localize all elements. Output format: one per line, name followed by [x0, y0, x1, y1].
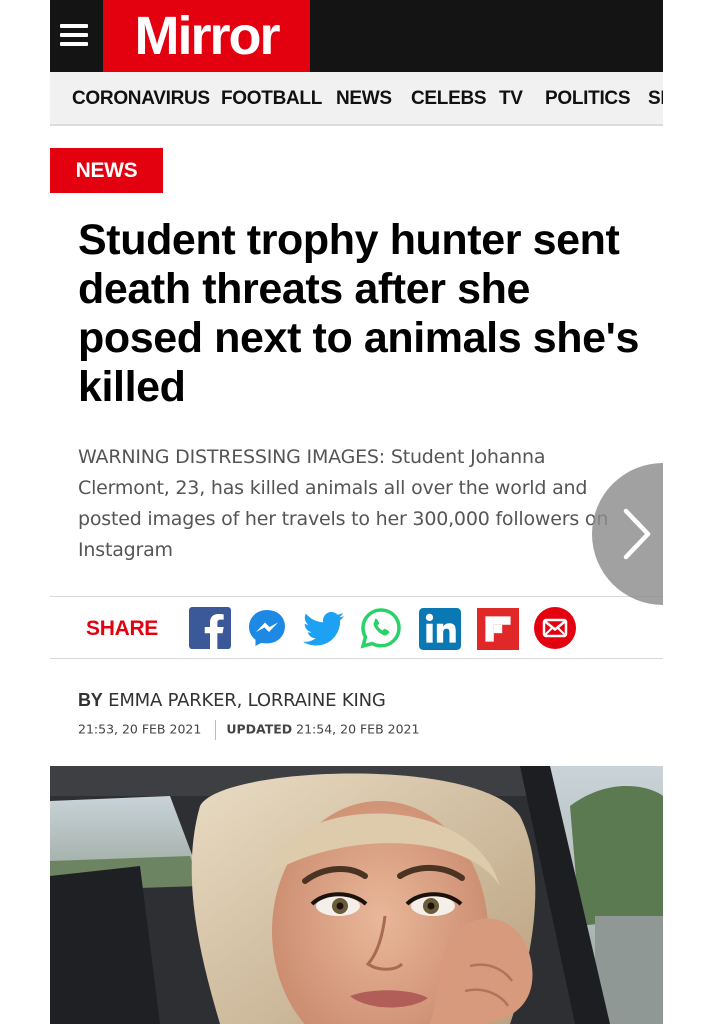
mirror-logo[interactable]: Mirror	[103, 0, 310, 72]
share-bar: SHARE	[50, 596, 663, 659]
hero-photo-illustration	[50, 766, 663, 1024]
nav-item-coronavirus[interactable]: CORONAVIRUS	[72, 72, 210, 124]
byline: BY EMMA PARKER, LORRAINE KING	[78, 690, 386, 711]
updated-time: 21:54, 20 FEB 2021	[296, 721, 420, 737]
article-page: Mirror CORONAVIRUS FOOTBALL NEWS CELEBS …	[50, 0, 663, 1024]
linkedin-icon[interactable]	[419, 608, 461, 650]
published-time: 21:53, 20 FEB 2021	[78, 721, 202, 737]
nav-item-news[interactable]: NEWS	[336, 72, 392, 124]
byline-authors[interactable]: EMMA PARKER, LORRAINE KING	[108, 690, 386, 711]
section-nav: CORONAVIRUS FOOTBALL NEWS CELEBS TV POLI…	[50, 72, 663, 126]
chevron-right-icon	[623, 508, 651, 560]
nav-item-tv[interactable]: TV	[499, 72, 523, 124]
whatsapp-icon[interactable]	[360, 607, 402, 649]
nav-item-politics[interactable]: POLITICS	[545, 72, 631, 124]
facebook-icon[interactable]	[189, 607, 231, 649]
nav-item-sport[interactable]: SP	[648, 72, 663, 124]
category-tag[interactable]: NEWS	[50, 148, 163, 193]
masthead: Mirror	[50, 0, 663, 72]
share-label: SHARE	[86, 617, 159, 640]
article-standfirst: WARNING DISTRESSING IMAGES: Student Joha…	[78, 446, 609, 561]
article-headline: Student trophy hunter sent death threats…	[78, 216, 639, 411]
updated-label: UPDATED	[226, 721, 293, 737]
twitter-icon[interactable]	[303, 609, 345, 651]
email-icon[interactable]	[534, 607, 576, 649]
article-dates: 21:53, 20 FEB 2021 UPDATED 21:54, 20 FEB …	[78, 720, 419, 740]
byline-prefix: BY	[78, 690, 103, 710]
date-divider	[215, 720, 217, 740]
nav-item-football[interactable]: FOOTBALL	[221, 72, 322, 124]
nav-item-celebs[interactable]: CELEBS	[411, 72, 487, 124]
messenger-icon[interactable]	[246, 607, 288, 649]
hamburger-menu-icon[interactable]	[60, 24, 88, 46]
flipboard-icon[interactable]	[477, 608, 519, 650]
hero-image[interactable]	[50, 766, 663, 1024]
